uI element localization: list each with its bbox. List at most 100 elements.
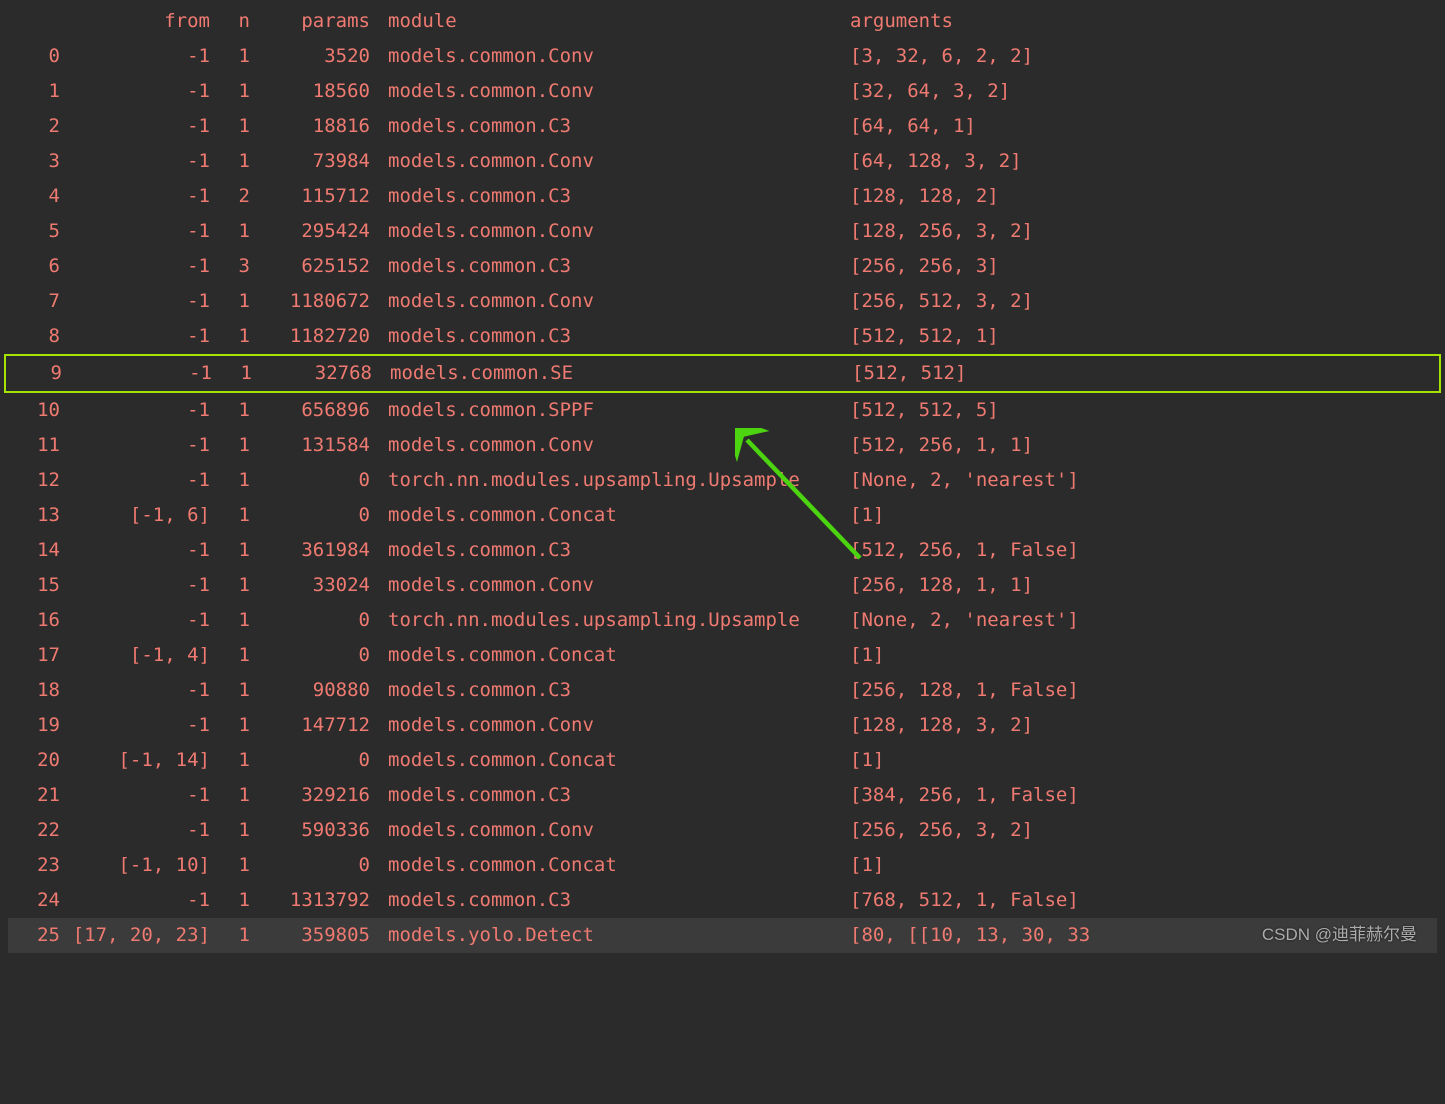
cell-n: 1 xyxy=(210,603,250,638)
cell-idx: 15 xyxy=(8,568,60,603)
header-from: from xyxy=(60,4,210,39)
table-row: 5-11295424models.common.Conv[128, 256, 3… xyxy=(8,214,1437,249)
table-row: 24-111313792models.common.C3[768, 512, 1… xyxy=(8,883,1437,918)
cell-params: 115712 xyxy=(250,179,370,214)
table-row: 3-1173984models.common.Conv[64, 128, 3, … xyxy=(8,144,1437,179)
cell-params: 361984 xyxy=(250,533,370,568)
cell-from: -1 xyxy=(60,568,210,603)
cell-arguments: [32, 64, 3, 2] xyxy=(850,74,1437,109)
cell-arguments: [1] xyxy=(850,743,1437,778)
cell-arguments: [256, 128, 1, False] xyxy=(850,673,1437,708)
cell-params: 656896 xyxy=(250,393,370,428)
cell-params: 0 xyxy=(250,498,370,533)
cell-params: 147712 xyxy=(250,708,370,743)
cell-idx: 9 xyxy=(10,356,62,391)
cell-arguments: [128, 128, 3, 2] xyxy=(850,708,1437,743)
cell-arguments: [1] xyxy=(850,848,1437,883)
cell-arguments: [64, 128, 3, 2] xyxy=(850,144,1437,179)
cell-idx: 7 xyxy=(8,284,60,319)
cell-idx: 5 xyxy=(8,214,60,249)
cell-from: -1 xyxy=(60,463,210,498)
cell-from: [-1, 10] xyxy=(60,848,210,883)
cell-from: [17, 20, 23] xyxy=(60,918,210,953)
cell-params: 0 xyxy=(250,603,370,638)
cell-idx: 24 xyxy=(8,883,60,918)
cell-arguments: [256, 128, 1, 1] xyxy=(850,568,1437,603)
cell-params: 359805 xyxy=(250,918,370,953)
cell-module: models.common.Conv xyxy=(370,813,850,848)
cell-from: -1 xyxy=(60,813,210,848)
cell-params: 3520 xyxy=(250,39,370,74)
table-row: 12-110torch.nn.modules.upsampling.Upsamp… xyxy=(8,463,1437,498)
cell-arguments: [64, 64, 1] xyxy=(850,109,1437,144)
cell-params: 0 xyxy=(250,638,370,673)
cell-idx: 22 xyxy=(8,813,60,848)
cell-idx: 6 xyxy=(8,249,60,284)
cell-from: -1 xyxy=(60,883,210,918)
cell-arguments: [512, 512, 1] xyxy=(850,319,1437,354)
cell-n: 1 xyxy=(210,144,250,179)
cell-n: 1 xyxy=(210,498,250,533)
cell-idx: 20 xyxy=(8,743,60,778)
cell-params: 0 xyxy=(250,743,370,778)
cell-module: models.yolo.Detect xyxy=(370,918,850,953)
cell-n: 1 xyxy=(210,533,250,568)
cell-from: [-1, 4] xyxy=(60,638,210,673)
cell-params: 0 xyxy=(250,463,370,498)
cell-idx: 23 xyxy=(8,848,60,883)
cell-module: models.common.C3 xyxy=(370,533,850,568)
cell-arguments: [1] xyxy=(850,498,1437,533)
cell-module: models.common.Conv xyxy=(370,428,850,463)
cell-module: models.common.C3 xyxy=(370,673,850,708)
cell-module: models.common.C3 xyxy=(370,249,850,284)
cell-module: torch.nn.modules.upsampling.Upsample xyxy=(370,463,850,498)
table-header: fromnparamsmodulearguments xyxy=(8,4,1437,39)
cell-idx: 8 xyxy=(8,319,60,354)
cell-idx: 19 xyxy=(8,708,60,743)
watermark-text: CSDN @迪菲赫尔曼 xyxy=(1262,920,1417,945)
cell-arguments: [256, 512, 3, 2] xyxy=(850,284,1437,319)
cell-arguments: [None, 2, 'nearest'] xyxy=(850,603,1437,638)
cell-from: -1 xyxy=(60,708,210,743)
table-row: 19-11147712models.common.Conv[128, 128, … xyxy=(8,708,1437,743)
cell-from: -1 xyxy=(60,74,210,109)
cell-n: 1 xyxy=(210,708,250,743)
cell-n: 1 xyxy=(210,428,250,463)
cell-idx: 4 xyxy=(8,179,60,214)
cell-idx: 1 xyxy=(8,74,60,109)
cell-module: models.common.Conv xyxy=(370,74,850,109)
cell-module: models.common.C3 xyxy=(370,109,850,144)
cell-idx: 13 xyxy=(8,498,60,533)
table-row: 2-1118816models.common.C3[64, 64, 1] xyxy=(8,109,1437,144)
cell-from: -1 xyxy=(60,179,210,214)
cell-idx: 3 xyxy=(8,144,60,179)
cell-from: -1 xyxy=(60,603,210,638)
cell-params: 1182720 xyxy=(250,319,370,354)
cell-module: models.common.SE xyxy=(372,356,852,391)
cell-arguments: [1] xyxy=(850,638,1437,673)
cell-params: 131584 xyxy=(250,428,370,463)
header-n: n xyxy=(210,4,250,39)
table-row: 23[-1, 10]10models.common.Concat[1] xyxy=(8,848,1437,883)
cell-arguments: [256, 256, 3, 2] xyxy=(850,813,1437,848)
cell-arguments: [512, 256, 1, False] xyxy=(850,533,1437,568)
cell-params: 625152 xyxy=(250,249,370,284)
cell-n: 1 xyxy=(210,284,250,319)
cell-n: 1 xyxy=(210,778,250,813)
cell-params: 32768 xyxy=(252,356,372,391)
cell-arguments: [None, 2, 'nearest'] xyxy=(850,463,1437,498)
cell-arguments: [512, 256, 1, 1] xyxy=(850,428,1437,463)
cell-from: -1 xyxy=(60,284,210,319)
cell-n: 1 xyxy=(210,638,250,673)
table-row: 6-13625152models.common.C3[256, 256, 3] xyxy=(8,249,1437,284)
cell-module: models.common.Conv xyxy=(370,144,850,179)
cell-from: -1 xyxy=(60,39,210,74)
cell-n: 1 xyxy=(210,393,250,428)
cell-module: torch.nn.modules.upsampling.Upsample xyxy=(370,603,850,638)
cell-params: 33024 xyxy=(250,568,370,603)
cell-n: 1 xyxy=(210,918,250,953)
cell-module: models.common.Concat xyxy=(370,498,850,533)
cell-params: 1180672 xyxy=(250,284,370,319)
cell-idx: 25 xyxy=(8,918,60,953)
cell-module: models.common.C3 xyxy=(370,883,850,918)
